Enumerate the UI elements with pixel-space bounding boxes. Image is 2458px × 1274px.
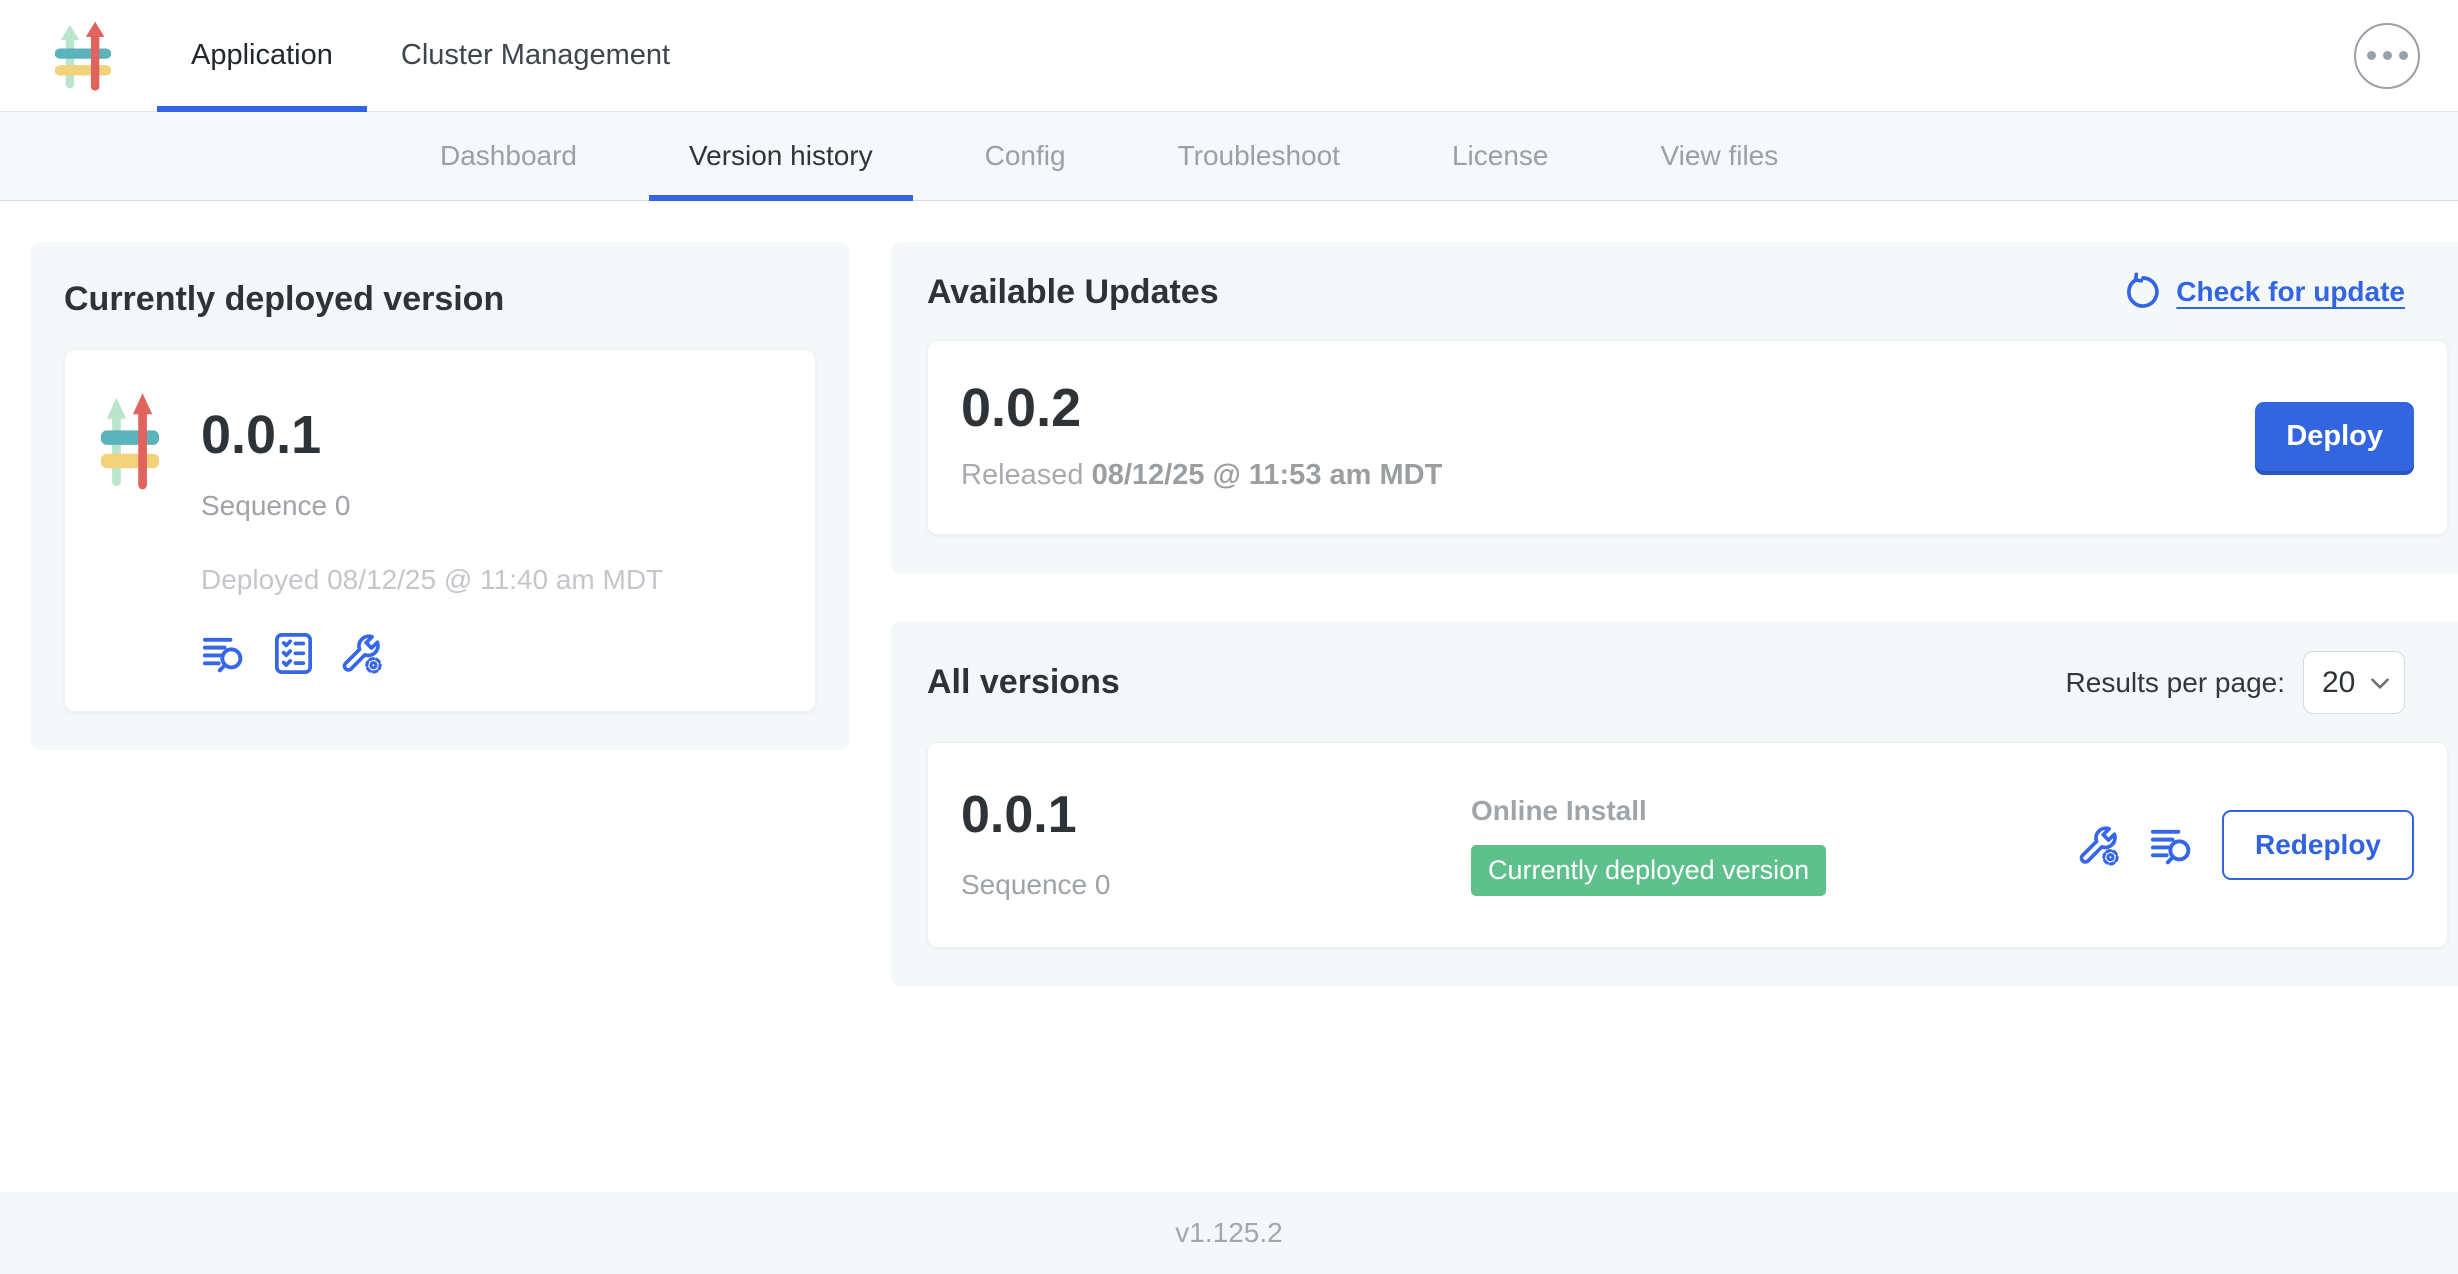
page-footer: v1.125.2 <box>0 1192 2458 1274</box>
row-version-number: 0.0.1 <box>961 789 1471 841</box>
results-per-page-select-wrap: 20 <box>2303 651 2405 714</box>
update-version-number: 0.0.2 <box>961 381 1442 435</box>
subnav-tab-license[interactable]: License <box>1412 112 1589 200</box>
console-version: v1.125.2 <box>1175 1217 1282 1249</box>
deployed-version-card: 0.0.1 Sequence 0 Deployed 08/12/25 @ 11:… <box>64 349 816 712</box>
results-per-page-label: Results per page: <box>2066 667 2285 699</box>
check-for-update-link[interactable]: Check for update <box>2122 272 2405 312</box>
ellipsis-icon <box>2399 51 2408 60</box>
admin-console: Application Cluster Management Dashboard… <box>0 0 2458 1274</box>
view-diff-icon[interactable] <box>201 630 248 677</box>
preflight-checks-icon[interactable] <box>270 630 317 677</box>
available-updates-card: Available Updates Check for update 0.0.2… <box>891 242 2458 573</box>
row-sequence: Sequence 0 <box>961 869 1471 901</box>
subnav-tab-version-history[interactable]: Version history <box>649 112 913 200</box>
subnav-tab-version-history-label: Version history <box>689 140 873 172</box>
edit-config-icon[interactable] <box>2076 822 2123 869</box>
check-for-update-label: Check for update <box>2176 276 2405 308</box>
version-row: 0.0.1 Sequence 0 Online Install Currentl… <box>927 742 2448 948</box>
currently-deployed-badge: Currently deployed version <box>1471 845 1826 896</box>
arrows-logo-icon <box>101 392 159 490</box>
subnav-tab-license-label: License <box>1452 140 1549 172</box>
subnav-tab-troubleshoot-label: Troubleshoot <box>1178 140 1340 172</box>
install-type-label: Online Install <box>1471 795 2076 827</box>
top-header: Application Cluster Management <box>0 0 2458 112</box>
results-per-page: Results per page: 20 <box>2066 651 2405 714</box>
update-row: 0.0.2 Released 08/12/25 @ 11:53 am MDT D… <box>927 340 2448 535</box>
currently-deployed-title: Currently deployed version <box>64 280 816 319</box>
deployed-timestamp: Deployed 08/12/25 @ 11:40 am MDT <box>201 564 663 596</box>
tab-cluster-management[interactable]: Cluster Management <box>367 0 704 111</box>
deployed-actions <box>201 630 663 677</box>
all-versions-header: All versions Results per page: 20 <box>927 651 2448 714</box>
version-row-status: Online Install Currently deployed versio… <box>1471 795 2076 896</box>
version-row-actions: Redeploy <box>2076 810 2414 880</box>
ellipsis-icon <box>2383 51 2392 60</box>
subnav-tab-config[interactable]: Config <box>945 112 1106 200</box>
refresh-icon <box>2122 272 2162 312</box>
ellipsis-icon <box>2367 51 2376 60</box>
main-content: Currently deployed version 0.0.1 Sequenc… <box>0 201 2458 1192</box>
tab-cluster-management-label: Cluster Management <box>401 39 670 72</box>
deployed-app-logo <box>101 392 159 677</box>
available-updates-title: Available Updates <box>927 273 1219 312</box>
released-prefix: Released <box>961 459 1092 491</box>
deployed-sequence: Sequence 0 <box>201 490 663 522</box>
deployed-version-info: 0.0.1 Sequence 0 Deployed 08/12/25 @ 11:… <box>201 376 663 677</box>
released-date: 08/12/25 @ 11:53 am MDT <box>1092 459 1443 491</box>
available-updates-header: Available Updates Check for update <box>927 272 2448 312</box>
redeploy-button[interactable]: Redeploy <box>2222 810 2414 880</box>
subnav-tab-dashboard[interactable]: Dashboard <box>400 112 617 200</box>
all-versions-title: All versions <box>927 663 1120 702</box>
app-subnav: Dashboard Version history Config Trouble… <box>0 112 2458 201</box>
update-released-line: Released 08/12/25 @ 11:53 am MDT <box>961 459 1442 492</box>
version-row-info: 0.0.1 Sequence 0 <box>961 789 1471 901</box>
app-logo <box>55 21 111 91</box>
subnav-tab-view-files[interactable]: View files <box>1620 112 1818 200</box>
subnav-tab-troubleshoot[interactable]: Troubleshoot <box>1138 112 1380 200</box>
all-versions-card: All versions Results per page: 20 0.0.1 … <box>891 621 2458 986</box>
right-column: Available Updates Check for update 0.0.2… <box>891 242 2458 986</box>
update-info: 0.0.2 Released 08/12/25 @ 11:53 am MDT <box>961 381 1442 492</box>
view-diff-icon[interactable] <box>2149 822 2196 869</box>
edit-config-icon[interactable] <box>339 630 386 677</box>
tab-application-label: Application <box>191 39 333 72</box>
results-per-page-select[interactable]: 20 <box>2303 651 2405 714</box>
currently-deployed-card: Currently deployed version 0.0.1 Sequenc… <box>31 242 849 750</box>
subnav-tab-dashboard-label: Dashboard <box>440 140 577 172</box>
subnav-tab-config-label: Config <box>985 140 1066 172</box>
overflow-menu-button[interactable] <box>2354 23 2420 89</box>
deploy-button[interactable]: Deploy <box>2255 402 2414 471</box>
subnav-tab-view-files-label: View files <box>1660 140 1778 172</box>
arrows-logo-icon <box>55 21 111 91</box>
tab-application[interactable]: Application <box>157 0 367 111</box>
deployed-version-number: 0.0.1 <box>201 408 663 462</box>
